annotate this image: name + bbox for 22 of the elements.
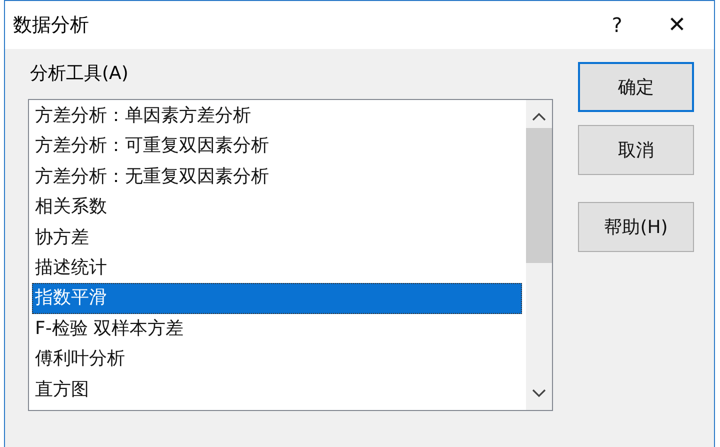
help-button[interactable]: ? [602,13,632,37]
list-item[interactable]: 方差分析：可重复双因素分析 [32,131,522,162]
list-item[interactable]: 相关系数 [32,192,522,223]
list-item[interactable]: 傅利叶分析 [32,344,522,375]
dialog-button[interactable]: 帮助(H) [578,202,694,252]
list-item[interactable]: 直方图 [32,374,522,405]
dialog-button[interactable]: 取消 [578,125,694,175]
scrollbar[interactable] [526,100,552,410]
list-item[interactable]: 指数平滑 [32,283,522,314]
list-item[interactable]: 描述统计 [32,252,522,284]
scroll-up-icon[interactable] [532,112,546,122]
list-item[interactable]: 方差分析：无重复双因素分析 [32,162,522,192]
list-item[interactable]: 协方差 [32,222,522,253]
scroll-thumb[interactable] [526,128,552,263]
scroll-down-icon[interactable] [532,388,546,398]
tool-listbox[interactable]: 方差分析：单因素方差分析 方差分析：可重复双因素分析 方差分析：无重复双因素分析 相关系数 协方差 描述统计 指数平滑 F-检验 双样本方差 傅利叶分析 直方图 [28,99,553,411]
dialog-button[interactable]: 确定 [578,62,694,112]
window-title: 数据分析 [13,13,89,38]
list-label: 分析工具(A) [30,62,130,86]
list-item[interactable]: F-检验 双样本方差 [32,314,522,344]
close-button[interactable]: ✕ [662,12,692,38]
list-item[interactable]: 方差分析：单因素方差分析 [32,101,522,132]
